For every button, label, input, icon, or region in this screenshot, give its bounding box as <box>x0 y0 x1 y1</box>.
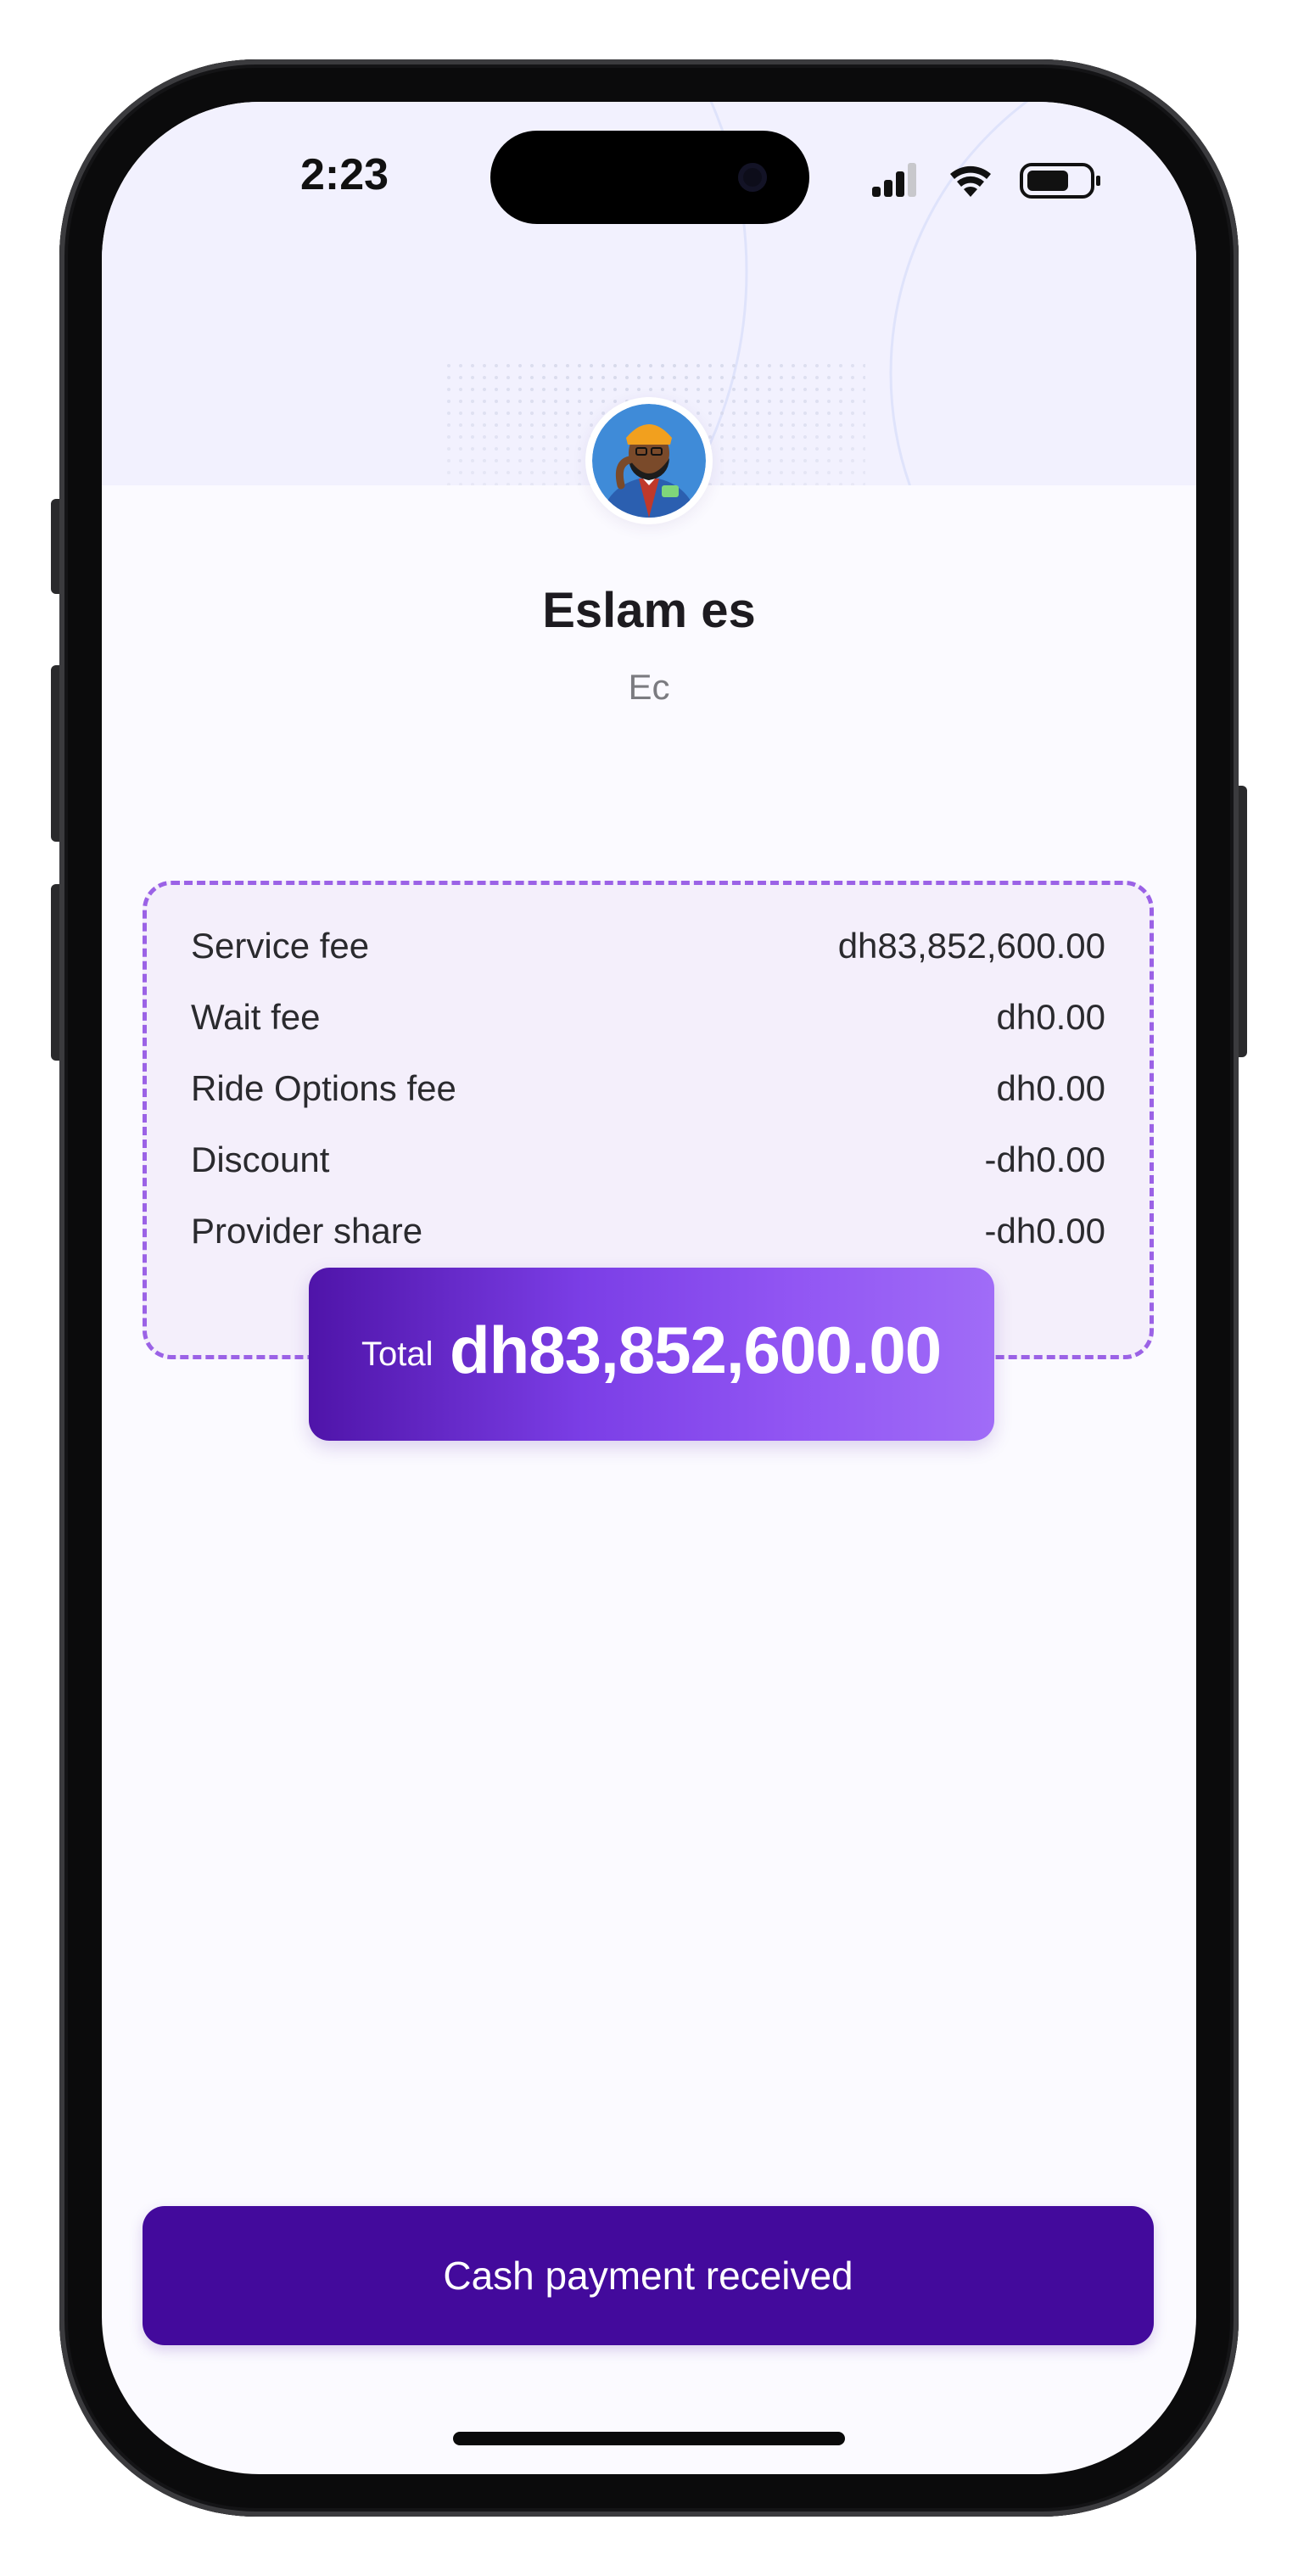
total-amount: dh83,852,600.00 <box>450 1313 942 1387</box>
front-camera <box>738 163 767 192</box>
fee-label: Discount <box>191 1140 330 1179</box>
fee-label: Service fee <box>191 926 370 966</box>
fee-value: dh0.00 <box>996 997 1105 1037</box>
fee-row-service: Service fee dh83,852,600.00 <box>191 926 1105 977</box>
fee-label: Ride Options fee <box>191 1068 456 1108</box>
home-indicator[interactable] <box>453 2432 845 2445</box>
fee-row-discount: Discount -dh0.00 <box>191 1140 1105 1190</box>
fee-value: dh0.00 <box>996 1068 1105 1108</box>
fee-row-provider-share: Provider share -dh0.00 <box>191 1211 1105 1262</box>
fee-value: dh83,852,600.00 <box>837 926 1105 966</box>
fee-row-wait: Wait fee dh0.00 <box>191 997 1105 1048</box>
fee-row-ride-options: Ride Options fee dh0.00 <box>191 1068 1105 1119</box>
avatar <box>592 404 706 518</box>
fee-value: -dh0.00 <box>984 1211 1105 1251</box>
cash-payment-received-button[interactable]: Cash payment received <box>143 2206 1154 2345</box>
device-stage: 2:23 Eslam es Ec Service fee dh83,852,60… <box>0 0 1298 2576</box>
status-time: 2:23 <box>299 150 389 199</box>
total-label: Total <box>361 1336 434 1373</box>
total-banner: Total dh83,852,600.00 <box>309 1268 994 1441</box>
status-bar: 2:23 <box>102 102 1196 255</box>
cellular-signal-icon <box>872 163 916 197</box>
battery-icon <box>1020 163 1100 199</box>
avatar-frame <box>585 397 713 524</box>
user-name: Eslam es <box>542 583 756 638</box>
user-subtitle: Ec <box>628 667 670 707</box>
fee-value: -dh0.00 <box>984 1140 1105 1179</box>
status-icons <box>872 160 1127 210</box>
fee-label: Provider share <box>191 1211 423 1251</box>
wifi-icon <box>950 165 991 197</box>
dynamic-island <box>490 131 809 224</box>
app-screen: 2:23 Eslam es Ec Service fee dh83,852,60… <box>102 102 1196 2474</box>
fee-label: Wait fee <box>191 997 321 1037</box>
